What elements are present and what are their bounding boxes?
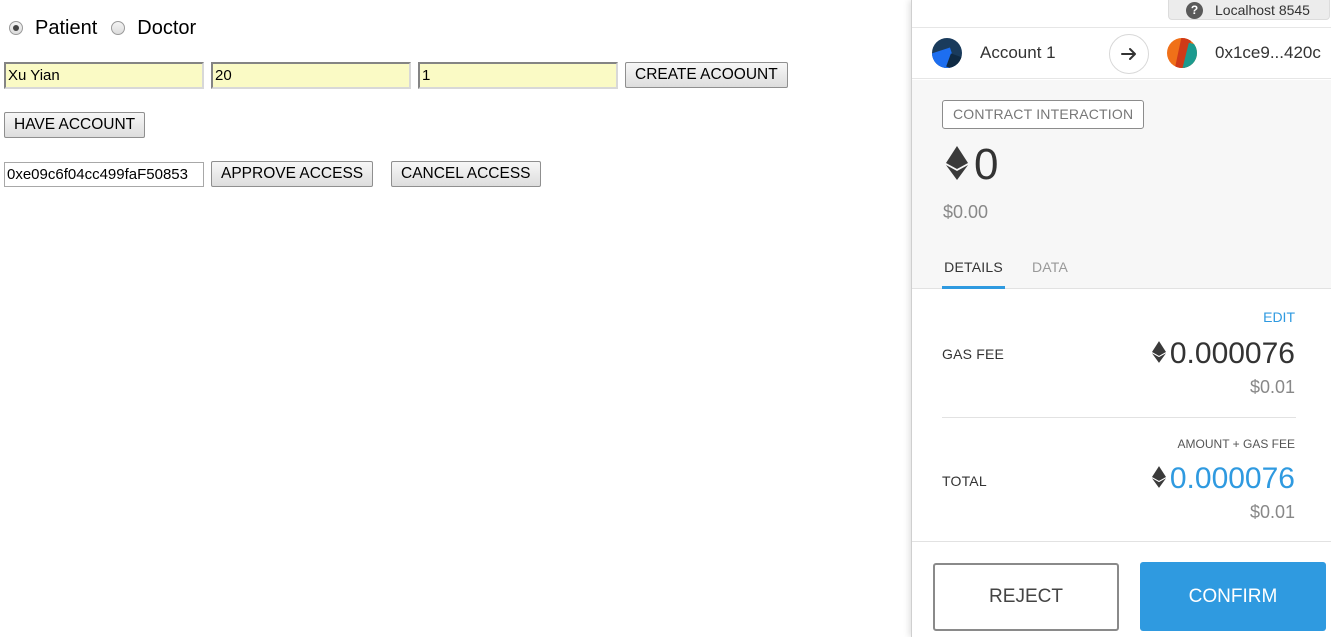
edit-gas-link[interactable]: EDIT	[1263, 309, 1295, 325]
total-label: TOTAL	[942, 473, 987, 489]
role-selector: Patient Doctor	[9, 14, 210, 42]
ethereum-icon	[1151, 465, 1166, 493]
amount-fiat: $0.00	[943, 202, 989, 222]
total-eth-value: 0.000076	[1169, 462, 1295, 495]
account-bar: Account 1 0x1ce9...420c	[912, 27, 1331, 79]
metamask-popup: ? Localhost 8545 Account 1 0x1ce9...420c…	[911, 0, 1331, 637]
confirm-button[interactable]: CONFIRM	[1140, 562, 1326, 631]
gas-fee-label: GAS FEE	[942, 346, 1005, 362]
total-subheading: AMOUNT + GAS FEE	[1177, 437, 1295, 451]
recipient-address: 0x1ce9...420c	[1215, 43, 1321, 62]
footer-divider	[912, 541, 1331, 542]
gas-fee-eth-value: 0.000076	[1169, 337, 1295, 370]
arrow-right-icon	[1109, 34, 1149, 74]
age-input[interactable]	[211, 62, 411, 89]
tab-details[interactable]: DETAILS	[942, 256, 1005, 289]
third-input[interactable]	[418, 62, 618, 89]
from-account-name: Account 1	[980, 43, 1056, 62]
recipient-avatar	[1167, 38, 1197, 68]
approve-access-button[interactable]: APPROVE ACCESS	[211, 161, 374, 187]
total-eth: 0.000076	[1151, 462, 1295, 496]
cancel-access-button[interactable]: CANCEL ACCESS	[391, 161, 541, 187]
doctor-label: Doctor	[137, 16, 197, 39]
from-account-avatar	[932, 38, 962, 68]
gas-fee-eth: 0.000076	[1151, 337, 1295, 371]
contract-interaction-badge: CONTRACT INTERACTION	[942, 100, 1145, 129]
reject-button[interactable]: REJECT	[933, 563, 1119, 631]
ethereum-icon	[1151, 340, 1166, 368]
create-account-button[interactable]: CREATE ACOOUNT	[625, 62, 788, 88]
gas-fee-fiat: $0.01	[1249, 377, 1295, 397]
help-icon: ?	[1186, 1, 1203, 19]
network-name: Localhost 8545	[1215, 2, 1310, 18]
tab-data[interactable]: DATA	[1032, 256, 1080, 289]
ethereum-icon	[946, 145, 968, 185]
name-input[interactable]	[4, 62, 204, 89]
have-account-button[interactable]: HAVE ACCOUNT	[4, 112, 146, 138]
patient-label: Patient	[35, 16, 98, 39]
doctor-radio[interactable]	[111, 21, 126, 35]
network-indicator[interactable]: ? Localhost 8545	[1168, 0, 1330, 20]
amount-value: 0	[974, 140, 999, 189]
doctor-address-input[interactable]	[4, 162, 204, 187]
patient-radio[interactable]	[9, 21, 23, 35]
total-fiat: $0.01	[1249, 502, 1295, 522]
divider	[942, 417, 1296, 418]
amount-display: 0	[946, 140, 998, 190]
transaction-summary: CONTRACT INTERACTION 0 $0.00 DETAILS DAT…	[912, 80, 1331, 289]
